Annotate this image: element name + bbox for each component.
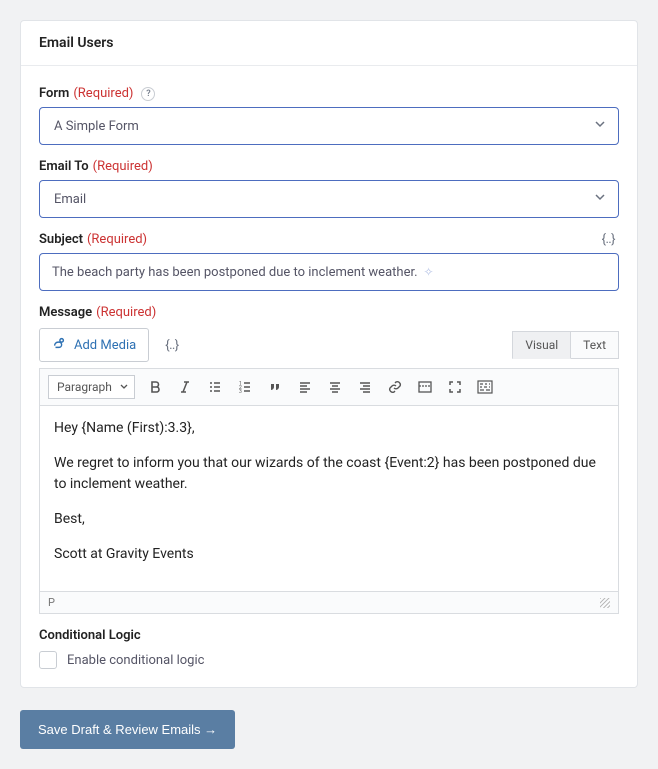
panel-title: Email Users	[21, 21, 637, 66]
align-left-icon[interactable]	[295, 377, 315, 397]
editor-line: Scott at Gravity Events	[54, 544, 604, 565]
toolbar-toggle-icon[interactable]	[475, 377, 495, 397]
subject-field: Subject (Required) {‥} The beach party h…	[39, 232, 619, 291]
help-icon[interactable]: ?	[141, 87, 155, 101]
media-icon	[52, 336, 66, 354]
add-media-label: Add Media	[74, 338, 136, 353]
svg-text:3: 3	[239, 389, 242, 394]
align-right-icon[interactable]	[355, 377, 375, 397]
add-media-button[interactable]: Add Media	[39, 328, 149, 362]
conditional-logic-label: Conditional Logic	[39, 628, 141, 643]
email-to-select[interactable]: Email	[39, 180, 619, 218]
save-draft-label: Save Draft & Review Emails →	[38, 722, 217, 737]
save-draft-button[interactable]: Save Draft & Review Emails →	[20, 710, 235, 749]
align-center-icon[interactable]	[325, 377, 345, 397]
link-icon[interactable]	[385, 377, 405, 397]
subject-label: Subject	[39, 232, 83, 247]
email-to-select-value: Email	[54, 192, 86, 207]
numbered-list-icon[interactable]: 123	[235, 377, 255, 397]
format-select[interactable]: Paragraph	[48, 375, 135, 399]
editor-line: We regret to inform you that our wizards…	[54, 453, 604, 495]
chevron-down-icon	[594, 118, 606, 134]
merge-tag-button[interactable]: {‥}	[161, 338, 182, 353]
bold-icon[interactable]	[145, 377, 165, 397]
subject-required-indicator: (Required)	[87, 232, 147, 247]
bullet-list-icon[interactable]	[205, 377, 225, 397]
conditional-logic-checkbox-label: Enable conditional logic	[67, 653, 204, 668]
form-select-value: A Simple Form	[54, 119, 139, 134]
tab-visual[interactable]: Visual	[512, 331, 571, 359]
subject-input-value: The beach party has been postponed due t…	[52, 265, 418, 280]
message-required-indicator: (Required)	[96, 305, 156, 320]
editor-line: Hey {Name (First):3.3},	[54, 418, 604, 439]
email-to-field: Email To (Required) Email	[39, 159, 619, 218]
email-to-label: Email To	[39, 159, 89, 174]
editor-toolbar: Paragraph 123	[39, 368, 619, 406]
editor-path: P	[48, 596, 55, 609]
email-to-required-indicator: (Required)	[93, 159, 153, 174]
merge-tag-button[interactable]: {‥}	[598, 232, 619, 247]
editor-tabs: Visual Text	[512, 331, 619, 359]
fullscreen-icon[interactable]	[445, 377, 465, 397]
italic-icon[interactable]	[175, 377, 195, 397]
form-label: Form	[39, 86, 69, 101]
blockquote-icon[interactable]	[265, 377, 285, 397]
message-field: Message (Required) Add Media {‥} Visual …	[39, 305, 619, 614]
subject-input[interactable]: The beach party has been postponed due t…	[39, 253, 619, 291]
star-icon: ✧	[424, 265, 434, 279]
tab-text[interactable]: Text	[571, 331, 619, 359]
email-users-panel: Email Users Form (Required) ? A Simple F…	[20, 20, 638, 688]
conditional-logic-section: Conditional Logic Enable conditional log…	[39, 628, 619, 669]
editor-line: Best,	[54, 509, 604, 530]
chevron-down-icon	[594, 191, 606, 207]
resize-handle[interactable]	[600, 598, 610, 608]
message-editor[interactable]: Hey {Name (First):3.3}, We regret to inf…	[39, 406, 619, 592]
caret-down-icon	[120, 383, 128, 391]
format-select-value: Paragraph	[57, 380, 112, 394]
form-required-indicator: (Required)	[73, 86, 133, 101]
insert-more-icon[interactable]	[415, 377, 435, 397]
conditional-logic-checkbox[interactable]	[39, 651, 57, 669]
editor-status-bar: P	[39, 592, 619, 614]
form-select[interactable]: A Simple Form	[39, 107, 619, 145]
message-label: Message	[39, 305, 92, 320]
form-field: Form (Required) ? A Simple Form	[39, 86, 619, 145]
